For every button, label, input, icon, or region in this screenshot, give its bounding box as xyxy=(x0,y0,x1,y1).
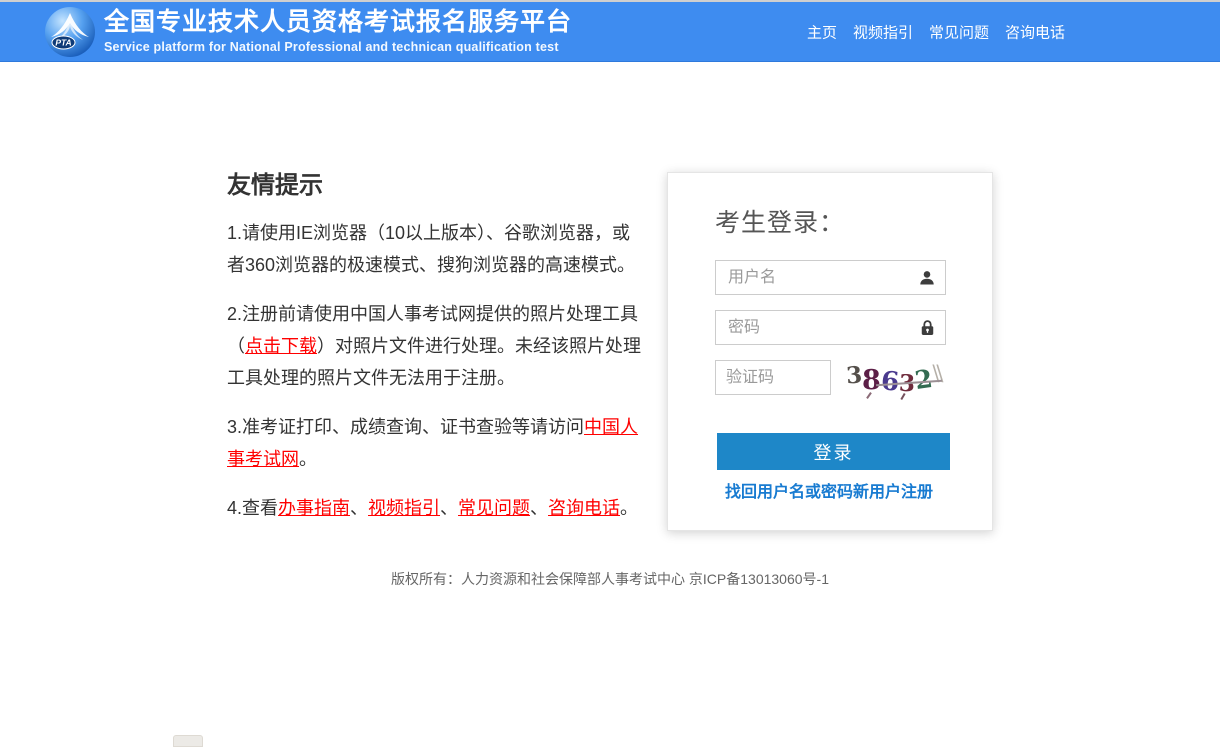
captcha-input[interactable] xyxy=(715,360,831,395)
forgot-credentials-link[interactable]: 找回用户名或密码 xyxy=(725,478,853,502)
captcha-digit: 3 xyxy=(845,363,863,387)
brand: PTA 全国专业技术人员资格考试报名服务平台 Service platform … xyxy=(44,6,572,58)
tip-resources: 4.查看办事指南、视频指引、常见问题、咨询电话。 xyxy=(227,492,648,524)
tip-text: 3.准考证打印、成绩查询、证书查验等请访问 xyxy=(227,417,584,437)
tips-section: 友情提示 1.请使用IE浏览器（10以上版本）、谷歌浏览器，或者360浏览器的极… xyxy=(227,172,648,524)
login-panel: 考生登录： xyxy=(667,172,993,531)
site-title: 全国专业技术人员资格考试报名服务平台 xyxy=(104,9,572,37)
tip-photo-tool: 2.注册前请使用中国人事考试网提供的照片处理工具（点击下载）对照片文件进行处理。… xyxy=(227,298,648,394)
svg-text:PTA: PTA xyxy=(55,37,71,47)
login-button[interactable]: 登录 xyxy=(717,433,950,470)
login-title: 考生登录： xyxy=(715,203,946,239)
download-photo-tool-link[interactable]: 点击下载 xyxy=(245,336,317,356)
bottom-edge-artifact xyxy=(173,735,203,747)
faq-link[interactable]: 常见问题 xyxy=(458,498,530,518)
service-guide-link[interactable]: 办事指南 xyxy=(278,498,350,518)
site-subtitle: Service platform for National Profession… xyxy=(104,40,572,54)
phone-link[interactable]: 咨询电话 xyxy=(548,498,620,518)
tip-text: 4.查看 xyxy=(227,498,278,518)
username-input[interactable] xyxy=(715,260,946,295)
main-content: 友情提示 1.请使用IE浏览器（10以上版本）、谷歌浏览器，或者360浏览器的极… xyxy=(227,172,993,531)
captcha-digit: 3 xyxy=(898,372,915,396)
captcha-noise-slashes: \\ xyxy=(932,363,940,384)
tip-text: 、 xyxy=(530,498,548,518)
tip-text: 。 xyxy=(620,498,638,518)
tip-text: 、 xyxy=(440,498,458,518)
captcha-digit: 6 xyxy=(880,368,900,395)
tip-text: 1.请使用IE浏览器（10以上版本）、谷歌浏览器，或者360浏览器的极速模式、搜… xyxy=(227,223,635,275)
captcha-image[interactable]: 3 8 6 3 2 \\ xyxy=(846,361,946,397)
captcha-row: 3 8 6 3 2 \\ xyxy=(715,360,946,397)
captcha-digit: 2 xyxy=(913,366,934,393)
user-icon xyxy=(918,269,936,287)
tip-cpta-site: 3.准考证打印、成绩查询、证书查验等请访问中国人事考试网。 xyxy=(227,411,648,475)
panel-links: 找回用户名或密码 新用户注册 xyxy=(725,478,928,502)
password-field xyxy=(715,310,946,345)
tip-text: 。 xyxy=(299,449,317,469)
captcha-digit: 8 xyxy=(862,367,881,394)
header: PTA 全国专业技术人员资格考试报名服务平台 Service platform … xyxy=(0,2,1220,62)
nav-home[interactable]: 主页 xyxy=(807,21,837,42)
pta-logo-icon: PTA xyxy=(44,6,96,58)
register-link[interactable]: 新用户注册 xyxy=(853,478,933,502)
nav-video-guide[interactable]: 视频指引 xyxy=(853,21,913,42)
username-field xyxy=(715,260,946,295)
password-input[interactable] xyxy=(715,310,946,345)
nav-faq[interactable]: 常见问题 xyxy=(929,21,989,42)
nav-phone[interactable]: 咨询电话 xyxy=(1005,21,1065,42)
tip-text: 、 xyxy=(350,498,368,518)
copyright-text: 版权所有：人力资源和社会保障部人事考试中心 京ICP备13013060号-1 xyxy=(391,571,829,587)
lock-icon xyxy=(918,319,936,337)
footer: 版权所有：人力资源和社会保障部人事考试中心 京ICP备13013060号-1 xyxy=(0,569,1220,589)
tips-heading: 友情提示 xyxy=(227,172,648,200)
tip-browser: 1.请使用IE浏览器（10以上版本）、谷歌浏览器，或者360浏览器的极速模式、搜… xyxy=(227,217,648,281)
brand-text: 全国专业技术人员资格考试报名服务平台 Service platform for … xyxy=(104,9,572,54)
video-guide-link[interactable]: 视频指引 xyxy=(368,498,440,518)
header-nav: 主页 视频指引 常见问题 咨询电话 xyxy=(791,21,1065,42)
